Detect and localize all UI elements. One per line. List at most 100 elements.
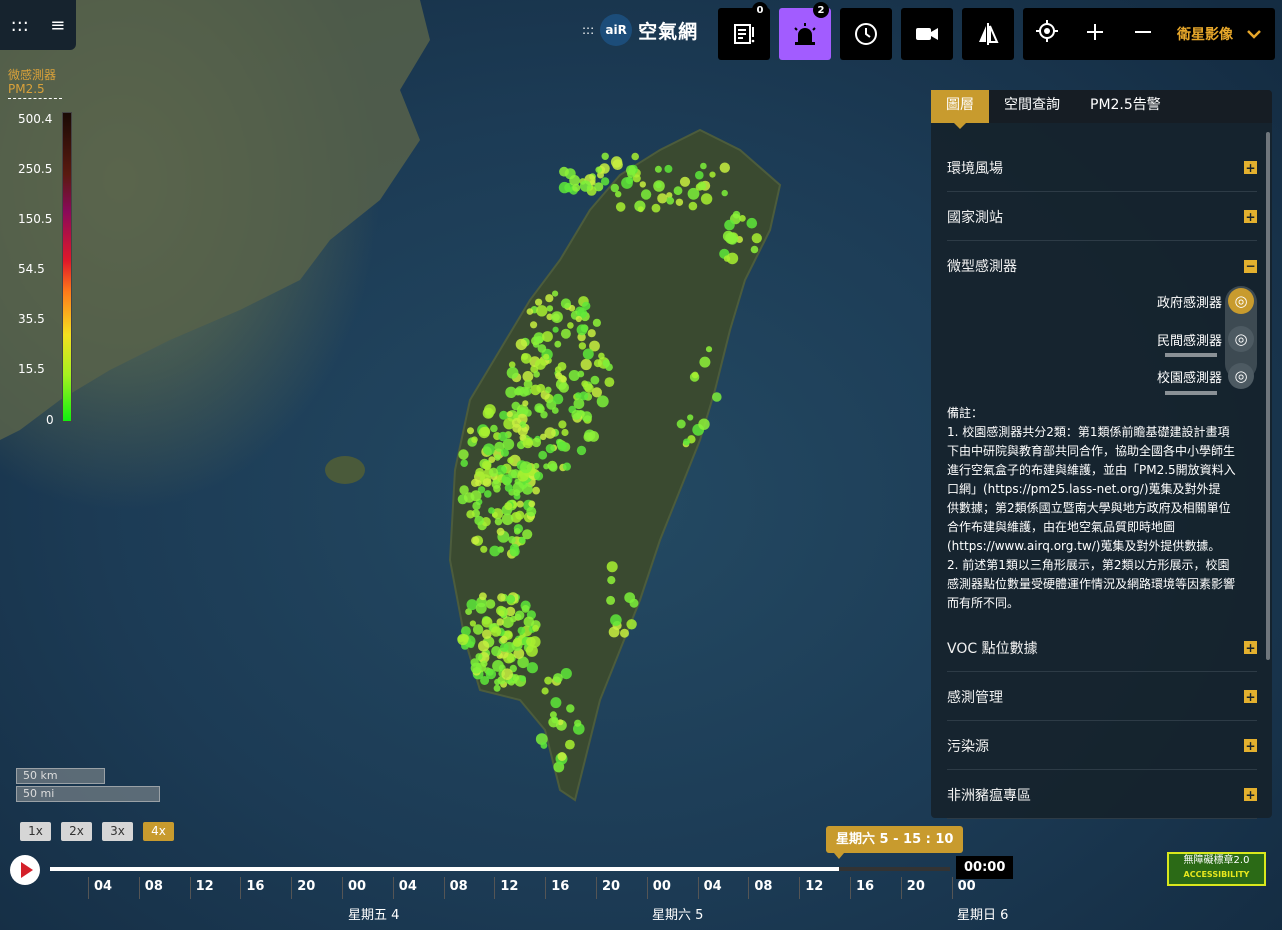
expand-icon[interactable]: + [1244, 210, 1257, 223]
sensor-dot[interactable] [605, 363, 613, 372]
target-icon[interactable]: ◎ [1228, 363, 1254, 389]
sensor-dot[interactable] [679, 176, 691, 187]
sensor-dot[interactable] [504, 483, 513, 492]
sensor-dot[interactable] [504, 502, 513, 511]
sensor-dot[interactable] [575, 315, 582, 323]
sensor-dot[interactable] [521, 605, 530, 613]
sensor-dot[interactable] [506, 594, 516, 604]
play-button[interactable] [10, 855, 40, 885]
sensor-dot[interactable] [480, 426, 491, 437]
sensor-dot[interactable] [478, 640, 490, 652]
sensor-dot[interactable] [500, 448, 509, 457]
sensor-dot[interactable] [724, 219, 735, 231]
sensor-dot[interactable] [522, 529, 533, 540]
sensor-dot[interactable] [489, 545, 501, 557]
sensor-dot[interactable] [626, 619, 637, 630]
sensor-dot[interactable] [548, 717, 559, 728]
sensor-dot[interactable] [488, 467, 499, 477]
sensor-dot[interactable] [562, 462, 572, 471]
sensor-dot[interactable] [530, 321, 538, 329]
sensor-dot[interactable] [526, 636, 536, 647]
sensor-dot[interactable] [543, 353, 550, 360]
sensor-dot[interactable] [509, 546, 520, 557]
sensor-dot[interactable] [600, 177, 610, 186]
sensor-dot[interactable] [488, 456, 496, 463]
sensor-dot[interactable] [517, 626, 526, 635]
zoom-out-button[interactable] [1119, 22, 1167, 47]
app-logo[interactable]: ::: aiR 空氣網 [582, 14, 698, 46]
sensor-dot[interactable] [532, 486, 540, 495]
sensor-dot[interactable] [526, 308, 534, 315]
sensor-dot[interactable] [579, 180, 592, 192]
sensor-dot[interactable] [490, 424, 498, 433]
sensor-dot[interactable] [512, 423, 522, 433]
sensor-dot[interactable] [698, 418, 710, 430]
section-african-swine-fever[interactable]: 非洲豬瘟專區 + [947, 771, 1257, 819]
sensor-dot[interactable] [577, 370, 585, 378]
sensor-dot[interactable] [499, 643, 509, 652]
basemap-select[interactable]: 衛星影像 [1167, 24, 1275, 44]
sensor-dot[interactable] [523, 379, 533, 389]
sensor-dot[interactable] [542, 331, 553, 342]
sensor-dot[interactable] [519, 675, 526, 682]
sensor-dot[interactable] [705, 346, 713, 353]
sensor-dot[interactable] [552, 326, 559, 333]
sensor-dot[interactable] [536, 305, 548, 317]
sensor-dot[interactable] [526, 506, 537, 517]
sensor-dot[interactable] [596, 395, 609, 408]
sensor-dot[interactable] [721, 189, 728, 197]
sensor-dot[interactable] [552, 393, 564, 405]
speed-2x-button[interactable]: 2x [61, 822, 92, 841]
current-time-bubble[interactable]: 星期六 5 - 15 : 10 [826, 826, 964, 859]
sensor-dot[interactable] [751, 233, 762, 244]
sensor-dot[interactable] [474, 515, 484, 526]
sensor-dot[interactable] [640, 189, 652, 200]
sensor-dot[interactable] [507, 457, 514, 464]
expand-icon[interactable]: + [1244, 161, 1257, 174]
accessibility-badge[interactable]: 無障礙標章2.0 ACCESSIBILITY [1167, 852, 1266, 886]
sensor-dot[interactable] [566, 704, 575, 713]
sensor-dot[interactable] [467, 641, 475, 649]
section-voc[interactable]: VOC 點位數據 + [947, 624, 1257, 672]
sensor-dot[interactable] [516, 500, 524, 508]
sensor-dot[interactable] [557, 752, 567, 761]
sensor-dot[interactable] [457, 635, 465, 643]
sensor-dot[interactable] [475, 467, 485, 477]
grid-menu-icon[interactable]: ::: [11, 15, 29, 36]
sensor-dot[interactable] [534, 471, 544, 481]
sensor-dot[interactable] [506, 411, 513, 418]
sensor-dot[interactable] [695, 170, 704, 180]
sensor-dot[interactable] [482, 629, 492, 639]
sensor-dot[interactable] [470, 662, 482, 674]
sensor-dot[interactable] [500, 635, 508, 644]
sensor-dot[interactable] [588, 431, 599, 442]
section-national-stations[interactable]: 國家測站 + [947, 193, 1257, 241]
sensor-dot[interactable] [525, 644, 538, 657]
sensor-dot[interactable] [657, 193, 668, 204]
sensor-dot[interactable] [598, 352, 605, 360]
sensor-dot[interactable] [480, 676, 490, 685]
sensor-dot[interactable] [557, 362, 567, 371]
sensor-dot[interactable] [655, 181, 662, 189]
sensor-dot[interactable] [606, 561, 618, 573]
sensor-dot[interactable] [545, 294, 554, 303]
sensor-dot[interactable] [540, 433, 547, 440]
sensor-dot[interactable] [471, 478, 480, 487]
sensor-dot[interactable] [512, 481, 525, 494]
sensor-dot[interactable] [458, 449, 469, 460]
sensor-dot[interactable] [475, 653, 483, 661]
sensor-dot[interactable] [700, 162, 707, 170]
notice-button[interactable]: 0 [718, 2, 770, 60]
sensor-dot[interactable] [484, 490, 492, 498]
sensor-dot[interactable] [469, 620, 476, 627]
sensor-dot[interactable] [551, 407, 559, 414]
sensor-dot[interactable] [467, 427, 474, 435]
sensor-dot[interactable] [654, 165, 662, 173]
sensor-dot[interactable] [510, 615, 517, 623]
collapse-icon[interactable]: − [1244, 259, 1257, 273]
sensor-dot[interactable] [541, 687, 549, 695]
sensor-dot[interactable] [545, 386, 552, 394]
sensor-dot[interactable] [620, 628, 629, 638]
sensor-dot[interactable] [726, 252, 739, 265]
sensor-dot[interactable] [535, 298, 543, 306]
